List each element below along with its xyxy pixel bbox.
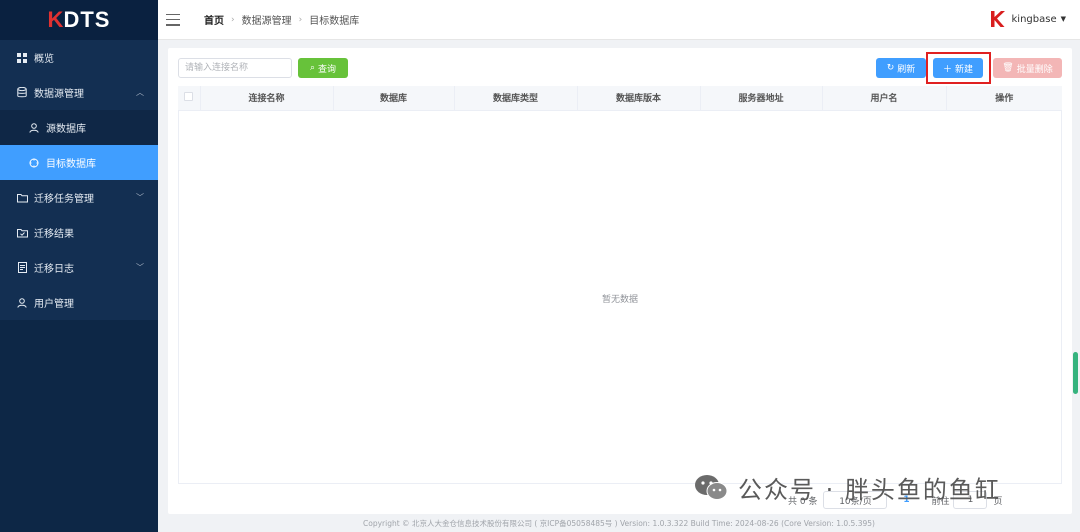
page-number[interactable]: 1 xyxy=(897,495,915,505)
column-header[interactable]: 数据库 xyxy=(333,86,455,111)
sidebar-item-label: 用户管理 xyxy=(34,299,74,310)
column-header[interactable]: 数据库版本 xyxy=(577,86,701,111)
footer-copyright: Copyright © 北京人大金仓信息技术股份有限公司 ( 京ICP备0505… xyxy=(363,519,875,528)
logo-k: K xyxy=(47,7,64,32)
breadcrumb: 首页 › 数据源管理 › 目标数据库 xyxy=(204,12,360,28)
page-size-select[interactable]: 10条/页 xyxy=(823,491,888,509)
pager-total: 共 0 条 xyxy=(788,496,818,507)
column-header: 操作 xyxy=(946,86,1062,111)
sidebar-item-overview[interactable]: 概览 xyxy=(0,40,158,75)
target-icon xyxy=(28,157,40,169)
log-icon xyxy=(16,262,28,274)
column-header[interactable]: 数据库类型 xyxy=(454,86,578,111)
select-all-checkbox[interactable] xyxy=(184,91,194,101)
page-size-value: 10条/页 xyxy=(839,496,872,507)
chevron-down-icon: ﹀ xyxy=(136,193,144,202)
query-label: 查询 xyxy=(318,64,337,75)
sidebar-item-label: 数据源管理 xyxy=(34,89,84,100)
top-header: 首页 › 数据源管理 › 目标数据库 kingbase ▼ xyxy=(158,0,1080,40)
sidebar: K DTS 概览 数据源管理 ︿ 源数据库 目标数据库 迁移任务管理 ﹀ 迁移结… xyxy=(0,0,158,532)
sidebar-item-source-db[interactable]: 源数据库 xyxy=(0,110,158,145)
empty-state-text: 暂无数据 xyxy=(601,295,638,305)
database-icon xyxy=(16,87,28,99)
table-header-row: 连接名称 数据库 数据库类型 数据库版本 服务器地址 用户名 操作 xyxy=(178,86,1062,111)
chevron-down-icon: ﹀ xyxy=(136,263,144,272)
user-icon xyxy=(28,122,40,134)
sidebar-item-migration-log[interactable]: 迁移日志 ﹀ xyxy=(0,250,158,285)
sidebar-item-label: 迁移日志 xyxy=(34,264,74,275)
sidebar-item-label: 迁移结果 xyxy=(34,229,74,240)
column-header[interactable]: 用户名 xyxy=(822,86,947,111)
refresh-label: 刷新 xyxy=(897,64,916,75)
sidebar-item-user-management[interactable]: 用户管理 xyxy=(0,285,158,320)
refresh-button[interactable]: ↻ 刷新 xyxy=(876,58,926,78)
app-logo[interactable]: K DTS xyxy=(0,0,158,40)
batch-delete-label: 批量删除 xyxy=(1016,64,1053,75)
folder-icon xyxy=(16,192,28,204)
query-button[interactable]: ⌕ 查询 xyxy=(298,58,348,78)
refresh-icon: ↻ xyxy=(886,63,895,73)
column-header[interactable]: 连接名称 xyxy=(200,86,334,111)
goto-label: 前往 xyxy=(931,496,950,507)
goto-page-input[interactable] xyxy=(953,491,988,509)
page-suffix: 页 xyxy=(993,496,1003,507)
sidebar-item-label: 迁移任务管理 xyxy=(34,194,94,205)
search-input[interactable] xyxy=(178,58,292,78)
select-all-cell xyxy=(178,86,201,111)
data-table: 连接名称 数据库 数据库类型 数据库版本 服务器地址 用户名 操作 xyxy=(178,86,1062,111)
breadcrumb-separator-icon: › xyxy=(298,14,303,25)
sidebar-item-label: 源数据库 xyxy=(46,124,86,135)
main-panel: ⌕查询 ↻刷新 ＋新建 🗑批量删除 连接名称 数据库 数据库类型 数据库版本 服… xyxy=(168,48,1072,514)
menu-toggle-icon[interactable] xyxy=(166,13,180,26)
breadcrumb-separator-icon: › xyxy=(231,14,235,25)
trash-icon: 🗑 xyxy=(1002,63,1014,73)
new-button[interactable]: ＋新建 xyxy=(933,58,983,78)
sidebar-item-migration-task[interactable]: 迁移任务管理 ﹀ xyxy=(0,180,158,215)
chevron-up-icon: ︿ xyxy=(136,88,144,97)
search-icon: ⌕ xyxy=(309,63,316,73)
kingbase-logo-icon xyxy=(990,11,1005,27)
breadcrumb-current: 目标数据库 xyxy=(309,16,360,27)
user-menu[interactable]: kingbase ▼ xyxy=(988,10,1066,28)
caret-down-icon: ▼ xyxy=(1060,15,1066,23)
column-header[interactable]: 服务器地址 xyxy=(700,86,823,111)
scrollbar-thumb[interactable] xyxy=(1073,352,1078,394)
batch-delete-button: 🗑 批量删除 xyxy=(993,58,1062,78)
sidebar-item-datasource[interactable]: 数据源管理 ︿ xyxy=(0,75,158,110)
table-body: 暂无数据 xyxy=(178,110,1062,484)
logo-text: DTS xyxy=(63,7,111,32)
grid-icon xyxy=(16,52,28,64)
new-label: 新建 xyxy=(955,64,974,75)
sidebar-menu: 概览 数据源管理 ︿ 源数据库 目标数据库 迁移任务管理 ﹀ 迁移结果 迁移日志… xyxy=(0,40,158,320)
breadcrumb-datasource: 数据源管理 xyxy=(241,16,292,27)
sidebar-item-migration-result[interactable]: 迁移结果 xyxy=(0,215,158,250)
sidebar-item-target-db[interactable]: 目标数据库 xyxy=(0,145,158,180)
result-icon xyxy=(16,227,28,239)
user-name: kingbase xyxy=(1011,13,1057,25)
plus-icon: ＋ xyxy=(942,64,952,75)
breadcrumb-home[interactable]: 首页 xyxy=(204,12,224,27)
sidebar-item-label: 概览 xyxy=(34,54,54,65)
pagination: 共 0 条 10条/页 1 前往 页 xyxy=(788,490,1002,510)
sidebar-item-label: 目标数据库 xyxy=(46,159,96,170)
person-icon xyxy=(16,297,28,309)
